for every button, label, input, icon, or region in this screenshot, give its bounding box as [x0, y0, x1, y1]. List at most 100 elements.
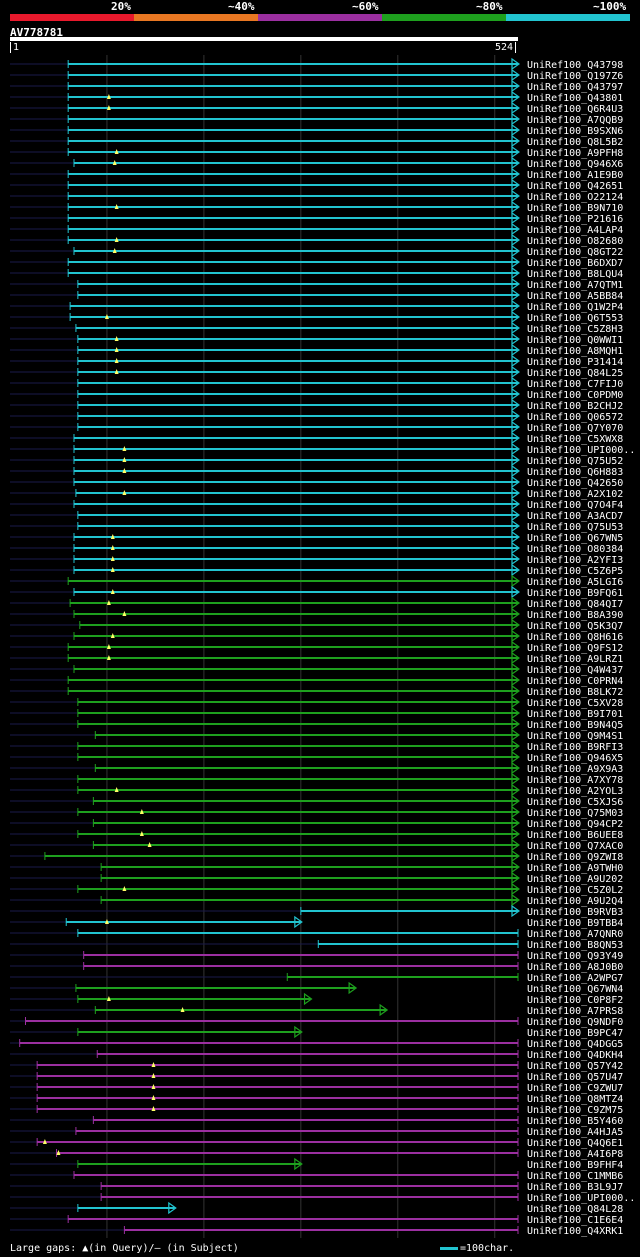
hit-label: UniRef100_B9I701 [527, 709, 623, 720]
hit-label: UniRef100_A2YFI3 [527, 555, 623, 566]
hit-label: UniRef100_A7QQB9 [527, 115, 623, 126]
hit-label: UniRef100_Q43801 [527, 93, 623, 104]
hit-label: UniRef100_UPI000.. [527, 1193, 635, 1204]
hit-label: UniRef100_C5Z0L2 [527, 885, 623, 896]
hit-label: UniRef100_C9ZM75 [527, 1105, 623, 1116]
hit-label: UniRef100_Q67WN4 [527, 984, 623, 995]
hit-label: UniRef100_Q4W437 [527, 665, 623, 676]
hit-label: UniRef100_Q0WWI1 [527, 335, 623, 346]
hit-label: UniRef100_C1E6E4 [527, 1215, 623, 1226]
hit-label: UniRef100_Q7XAC0 [527, 841, 623, 852]
hit-label: UniRef100_B8QN53 [527, 940, 623, 951]
hit-label: UniRef100_B9FQ61 [527, 588, 623, 599]
hit-label: UniRef100_B9RFI3 [527, 742, 623, 753]
hit-label: UniRef100_Q6H883 [527, 467, 623, 478]
hit-label: UniRef100_Q6T553 [527, 313, 623, 324]
hit-label: UniRef100_A5LGI6 [527, 577, 623, 588]
hit-label: UniRef100_Q9FS12 [527, 643, 623, 654]
hit-label: UniRef100_Q42651 [527, 181, 623, 192]
hit-label: UniRef100_C0PRN4 [527, 676, 623, 687]
scale-legend: =100char. [440, 1243, 514, 1254]
hit-label: UniRef100_C7FIJ0 [527, 379, 623, 390]
hit-label: UniRef100_C0P8F2 [527, 995, 623, 1006]
hit-label: UniRef100_O22124 [527, 192, 623, 203]
hit-label: UniRef100_B9N710 [527, 203, 623, 214]
hit-label: UniRef100_Q93Y49 [527, 951, 623, 962]
hit-label: UniRef100_A5BB84 [527, 291, 623, 302]
hit-label: UniRef100_Q75U53 [527, 522, 623, 533]
hit-label: UniRef100_Q9NDF0 [527, 1017, 623, 1028]
hit-label: UniRef100_B8A390 [527, 610, 623, 621]
hit-label: UniRef100_Q43798 [527, 60, 623, 71]
hit-label: UniRef100_Q57U47 [527, 1072, 623, 1083]
hit-label: UniRef100_Q4DGG5 [527, 1039, 623, 1050]
hit-label: UniRef100_B6UEE8 [527, 830, 623, 841]
hit-label: UniRef100_B9RVB3 [527, 907, 623, 918]
hit-label: UniRef100_UPI000.. [527, 445, 635, 456]
hit-label: UniRef100_A9U202 [527, 874, 623, 885]
hit-label: UniRef100_C5Z6P5 [527, 566, 623, 577]
hit-alignment-panel: UniRef100_Q43798UniRef100_Q197Z6UniRef10… [10, 55, 635, 1238]
hit-label: UniRef100_B8LQU4 [527, 269, 623, 280]
hit-label: UniRef100_Q946X6 [527, 159, 623, 170]
hit-label: UniRef100_Q4XRK1 [527, 1226, 623, 1237]
hit-label: UniRef100_Q84L25 [527, 368, 623, 379]
hit-label: UniRef100_Q946X5 [527, 753, 623, 764]
hit-label: UniRef100_A8MQH1 [527, 346, 623, 357]
hit-label: UniRef100_Q7Y070 [527, 423, 623, 434]
hit-label: UniRef100_C5XV28 [527, 698, 623, 709]
hit-label: UniRef100_C9ZWU7 [527, 1083, 623, 1094]
hit-label: UniRef100_Q4DKH4 [527, 1050, 623, 1061]
hit-label: UniRef100_Q8H616 [527, 632, 623, 643]
scale-bar [440, 1246, 458, 1250]
hit-label: UniRef100_Q8GT22 [527, 247, 623, 258]
hit-label: UniRef100_A8J0B0 [527, 962, 623, 973]
hit-label: UniRef100_O80384 [527, 544, 623, 555]
hit-label: UniRef100_A3ACD7 [527, 511, 623, 522]
hit-label: UniRef100_Q7O4F4 [527, 500, 623, 511]
hit-label: UniRef100_Q42650 [527, 478, 623, 489]
hit-label: UniRef100_P31414 [527, 357, 623, 368]
hit-label: UniRef100_A9TWH0 [527, 863, 623, 874]
hit-label: UniRef100_Q6R4U3 [527, 104, 623, 115]
hit-label: UniRef100_A7XY78 [527, 775, 623, 786]
hit-label: UniRef100_Q43797 [527, 82, 623, 93]
hit-label: UniRef100_Q75U52 [527, 456, 623, 467]
hit-label: UniRef100_A1E9B0 [527, 170, 623, 181]
hit-label: UniRef100_B3L9J7 [527, 1182, 623, 1193]
hit-label: UniRef100_A7PRS8 [527, 1006, 623, 1017]
hit-label: UniRef100_Q9M4S1 [527, 731, 623, 742]
hit-label: UniRef100_A2YOL3 [527, 786, 623, 797]
hit-label: UniRef100_B9TBB4 [527, 918, 623, 929]
scale-label: =100char. [460, 1243, 515, 1254]
hit-label: UniRef100_P21616 [527, 214, 623, 225]
hit-label: UniRef100_A7QTM1 [527, 280, 623, 291]
hit-label: UniRef100_B6DXD7 [527, 258, 623, 269]
hit-label: UniRef100_Q84QI7 [527, 599, 623, 610]
hit-label: UniRef100_Q1W2P4 [527, 302, 623, 313]
hit-label: UniRef100_A4HJA5 [527, 1127, 623, 1138]
hit-label: UniRef100_Q8MTZ4 [527, 1094, 623, 1105]
hit-label: UniRef100_B2CHJ2 [527, 401, 623, 412]
hit-label: UniRef100_C1MMB6 [527, 1171, 623, 1182]
hit-label: UniRef100_B9N4Q5 [527, 720, 623, 731]
hit-label: UniRef100_A9U2Q4 [527, 896, 623, 907]
hit-label: UniRef100_C0PDM0 [527, 390, 623, 401]
hit-label: UniRef100_A4LAP4 [527, 225, 623, 236]
gaps-legend: Large gaps: ▲(in Query)/– (in Subject) [10, 1243, 239, 1254]
hit-label: UniRef100_B8LK72 [527, 687, 623, 698]
hit-label: UniRef100_A9X9A3 [527, 764, 623, 775]
hit-label: UniRef100_Q9ZWI8 [527, 852, 623, 863]
hit-label: UniRef100_Q84L28 [527, 1204, 623, 1215]
hit-label: UniRef100_B9FHF4 [527, 1160, 623, 1171]
hit-label: UniRef100_B9SXN6 [527, 126, 623, 137]
hit-label: UniRef100_Q8L5B2 [527, 137, 623, 148]
hit-label: UniRef100_Q197Z6 [527, 71, 623, 82]
hit-label: UniRef100_Q06572 [527, 412, 623, 423]
hit-label: UniRef100_A9PFH8 [527, 148, 623, 159]
hit-label: UniRef100_Q4Q6E1 [527, 1138, 623, 1149]
hit-label: UniRef100_Q5K3Q7 [527, 621, 623, 632]
hit-label: UniRef100_B5Y460 [527, 1116, 623, 1127]
hit-label: UniRef100_A2X102 [527, 489, 623, 500]
hit-label: UniRef100_B9PC47 [527, 1028, 623, 1039]
